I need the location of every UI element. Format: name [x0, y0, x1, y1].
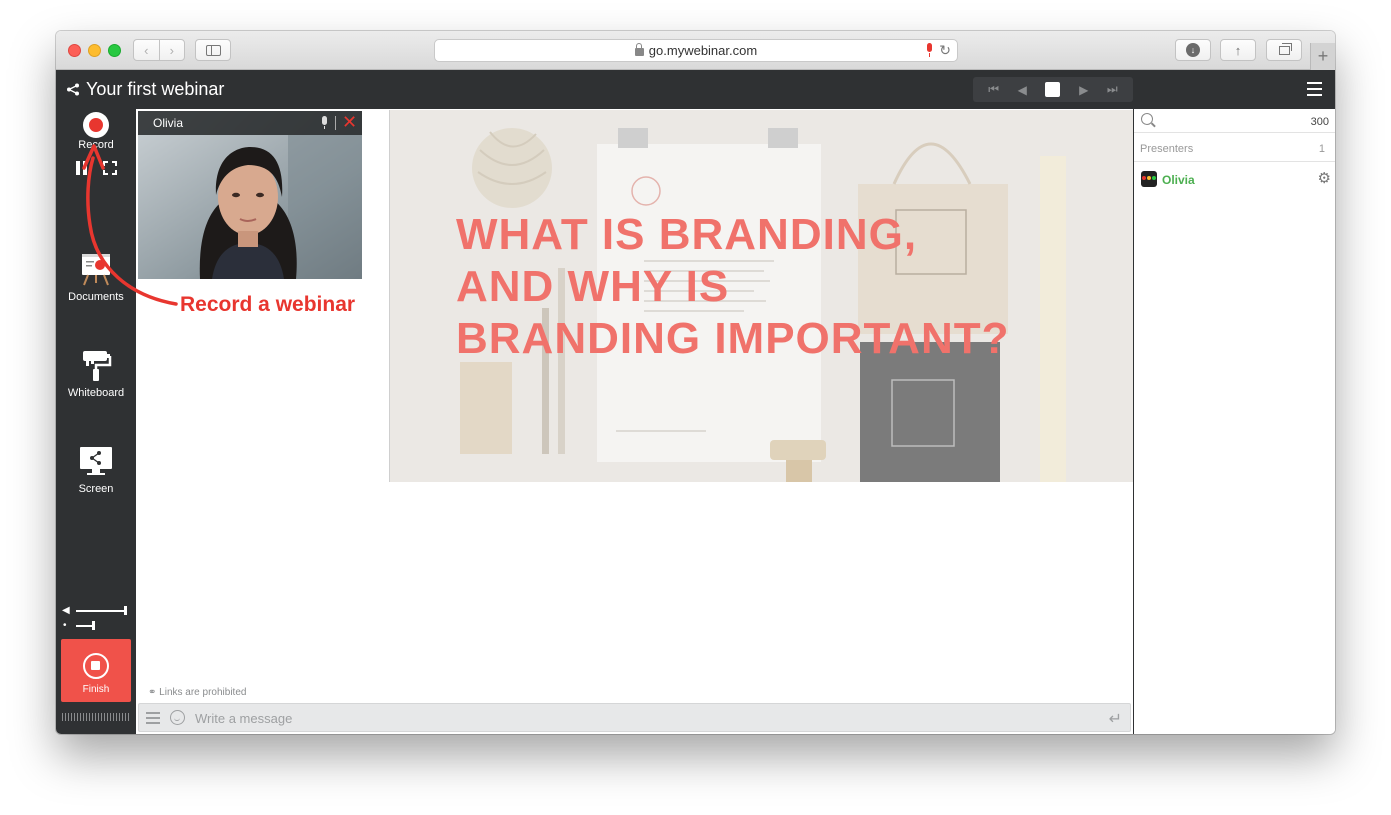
first-slide-icon[interactable]: ⏮: [988, 82, 999, 97]
lock-icon: [634, 42, 644, 56]
browser-window: ‹ › go.mywebinar.com ↻ ↓ ↑ + Your first …: [56, 31, 1335, 734]
show-tabs-button[interactable]: [1266, 39, 1302, 61]
webcam-header-divider: [335, 116, 336, 130]
presentation-slide: WHAT IS BRANDING, AND WHY IS BRANDING IM…: [389, 110, 1133, 482]
whiteboard-label[interactable]: Whiteboard: [56, 387, 136, 399]
back-icon[interactable]: ‹: [134, 43, 159, 58]
speaker-volume-knob[interactable]: [124, 606, 127, 615]
finish-label: Finish: [82, 684, 110, 695]
participants-search[interactable]: 300: [1134, 109, 1335, 133]
zoom-window-button[interactable]: [108, 44, 121, 57]
presenters-count: 1: [1318, 143, 1325, 155]
share-icon: ↑: [1234, 42, 1242, 58]
close-window-button[interactable]: [68, 44, 81, 57]
links-prohibited-note: ⚭ Links are prohibited: [148, 687, 246, 698]
stop-icon[interactable]: [1045, 82, 1061, 97]
send-enter-icon[interactable]: ↵: [1109, 709, 1122, 729]
left-toolbar: Record Documents Whiteboard Screen ◀ • F…: [56, 109, 136, 734]
record-label: Record: [78, 139, 114, 151]
links-note-text: Links are prohibited: [159, 687, 247, 698]
prev-slide-icon[interactable]: ◀: [1018, 83, 1027, 97]
annotation-label: Record a webinar: [180, 293, 356, 316]
avatar: [1141, 171, 1157, 187]
mic-volume-slider[interactable]: •: [62, 620, 128, 632]
link-icon: ⚭: [148, 687, 157, 698]
share-button[interactable]: ↑: [1220, 39, 1256, 61]
documents-icon[interactable]: [78, 251, 114, 287]
mic-volume-knob[interactable]: [92, 621, 95, 630]
microphone-icon[interactable]: [321, 116, 328, 129]
chat-input-bar: ↵: [138, 703, 1131, 732]
search-icon[interactable]: [1141, 113, 1153, 125]
minimize-window-button[interactable]: [88, 44, 101, 57]
menu-icon[interactable]: [1307, 82, 1322, 96]
share-icon[interactable]: [66, 83, 80, 96]
participants-panel: 300 Presenters 1 Olivia ⚙: [1133, 109, 1335, 734]
reload-icon[interactable]: ↻: [939, 42, 951, 59]
speaker-volume-slider[interactable]: ◀: [62, 605, 128, 617]
documents-label[interactable]: Documents: [56, 291, 136, 303]
browser-toolbar: ‹ › go.mywebinar.com ↻ ↓ ↑ +: [56, 31, 1335, 70]
fullscreen-icon[interactable]: [103, 161, 117, 175]
slide-controls: ⏮ ◀ ▶ ⏭: [973, 77, 1133, 102]
participants-count: 300: [1310, 116, 1329, 128]
resize-grip[interactable]: [62, 713, 130, 721]
close-icon[interactable]: ✕: [342, 112, 357, 133]
slide-heading-line-3: BRANDING IMPORTANT?: [456, 314, 1010, 363]
presenters-section[interactable]: Presenters 1: [1134, 134, 1335, 162]
finish-button[interactable]: Finish: [61, 639, 131, 702]
gear-icon[interactable]: ⚙: [1318, 169, 1331, 187]
speaker-icon: ◀: [62, 605, 70, 616]
chat-message-input[interactable]: [195, 709, 1075, 727]
sidebar-icon: [205, 44, 221, 56]
presentation-area: Olivia ✕ WHAT IS BRANDING, AND WHY IS BR…: [136, 109, 1133, 734]
next-slide-icon[interactable]: ▶: [1079, 83, 1088, 97]
chat-menu-icon[interactable]: [146, 712, 160, 724]
emoji-icon[interactable]: [170, 710, 185, 725]
tabs-icon: [1278, 42, 1292, 55]
sidebar-toggle-button[interactable]: [195, 39, 231, 61]
microphone-icon[interactable]: [925, 43, 933, 57]
screenshot-stage: ‹ › go.mywebinar.com ↻ ↓ ↑ + Your first …: [0, 0, 1391, 815]
slide-heading-line-2: AND WHY IS: [456, 262, 730, 311]
presenter-video: [138, 135, 362, 279]
webinar-header: Your first webinar ⏮ ◀ ▶ ⏭: [56, 70, 1335, 109]
last-slide-icon[interactable]: ⏭: [1107, 82, 1118, 97]
presenter-name: Olivia: [153, 116, 184, 130]
webinar-title: Your first webinar: [86, 79, 225, 99]
webcam-window[interactable]: Olivia ✕: [138, 111, 362, 279]
history-nav: ‹ ›: [133, 39, 185, 61]
whiteboard-icon[interactable]: [78, 347, 114, 383]
speaker-volume-track: [76, 610, 126, 612]
slide-heading: WHAT IS BRANDING, AND WHY IS BRANDING IM…: [456, 209, 1096, 365]
participant-item[interactable]: Olivia ⚙: [1134, 169, 1335, 191]
participant-name: Olivia: [1162, 173, 1195, 187]
record-button[interactable]: [83, 112, 109, 138]
webcam-header: Olivia ✕: [138, 111, 362, 135]
url-text: go.mywebinar.com: [648, 43, 758, 58]
address-bar[interactable]: go.mywebinar.com ↻: [434, 39, 958, 62]
new-tab-icon: +: [1317, 46, 1329, 66]
pause-icon[interactable]: [76, 161, 88, 175]
forward-icon[interactable]: ›: [160, 43, 185, 58]
presenters-label: Presenters: [1140, 143, 1194, 155]
stop-circle-icon: [83, 653, 109, 679]
new-tab-button[interactable]: +: [1310, 43, 1335, 70]
slide-heading-line-1: WHAT IS BRANDING,: [456, 210, 918, 259]
screen-label[interactable]: Screen: [56, 483, 136, 495]
microphone-icon: •: [63, 620, 67, 631]
screen-share-icon[interactable]: [78, 443, 114, 479]
download-icon: ↓: [1186, 43, 1200, 57]
downloads-button[interactable]: ↓: [1175, 39, 1211, 61]
